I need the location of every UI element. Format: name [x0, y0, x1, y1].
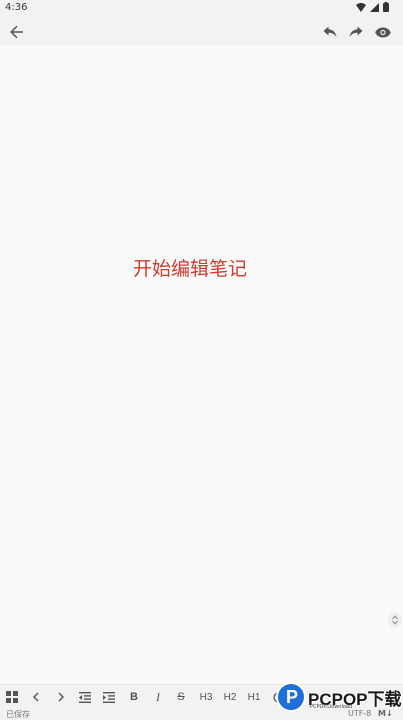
status-icons	[356, 2, 389, 12]
watermark-subtext: PCPOP.Download	[310, 704, 353, 710]
cursor-right-button[interactable]	[55, 689, 67, 705]
outdent-icon	[79, 691, 91, 703]
editor-screen: 4:36 开始编辑笔记 B I S H3 H2 H1 已保存 UTF-8 M↓ …	[0, 0, 403, 720]
arrow-back-icon	[10, 25, 23, 39]
back-button[interactable]	[6, 21, 28, 43]
editor-placeholder: 开始编辑笔记	[132, 258, 247, 280]
note-editor[interactable]: 开始编辑笔记	[0, 46, 403, 684]
strikethrough-button[interactable]: S	[175, 689, 187, 705]
signal-icon	[370, 2, 379, 12]
bold-button[interactable]: B	[128, 689, 140, 705]
heading3-button[interactable]: H3	[198, 689, 214, 705]
preview-button[interactable]	[372, 21, 394, 43]
heading1-button[interactable]: H1	[246, 689, 262, 705]
undo-button[interactable]	[319, 21, 341, 43]
chevron-left-icon	[33, 692, 39, 702]
expand-icon	[392, 615, 398, 625]
app-bar	[0, 16, 403, 46]
redo-button[interactable]	[345, 21, 367, 43]
status-bar: 4:36	[0, 0, 403, 16]
wifi-icon	[356, 2, 366, 12]
watermark-logo: P	[276, 682, 306, 712]
grid-menu-button[interactable]	[5, 689, 19, 705]
undo-icon	[323, 26, 337, 37]
indent-button[interactable]	[102, 689, 116, 705]
indent-icon	[103, 691, 115, 703]
chevron-right-icon	[58, 692, 64, 702]
eye-icon	[375, 27, 391, 37]
redo-icon	[349, 26, 363, 37]
cursor-left-button[interactable]	[30, 689, 42, 705]
saved-status: 已保存	[6, 710, 30, 719]
outdent-button[interactable]	[78, 689, 92, 705]
heading2-button[interactable]: H2	[222, 689, 238, 705]
battery-icon	[383, 2, 389, 12]
scroll-handle[interactable]	[388, 612, 402, 628]
watermark-logo-letter: P	[286, 687, 299, 707]
grid-icon	[6, 691, 18, 703]
watermark: P PCPOP下载 PCPOP.Download	[276, 682, 403, 714]
italic-button[interactable]: I	[152, 689, 164, 705]
status-time: 4:36	[5, 2, 28, 13]
